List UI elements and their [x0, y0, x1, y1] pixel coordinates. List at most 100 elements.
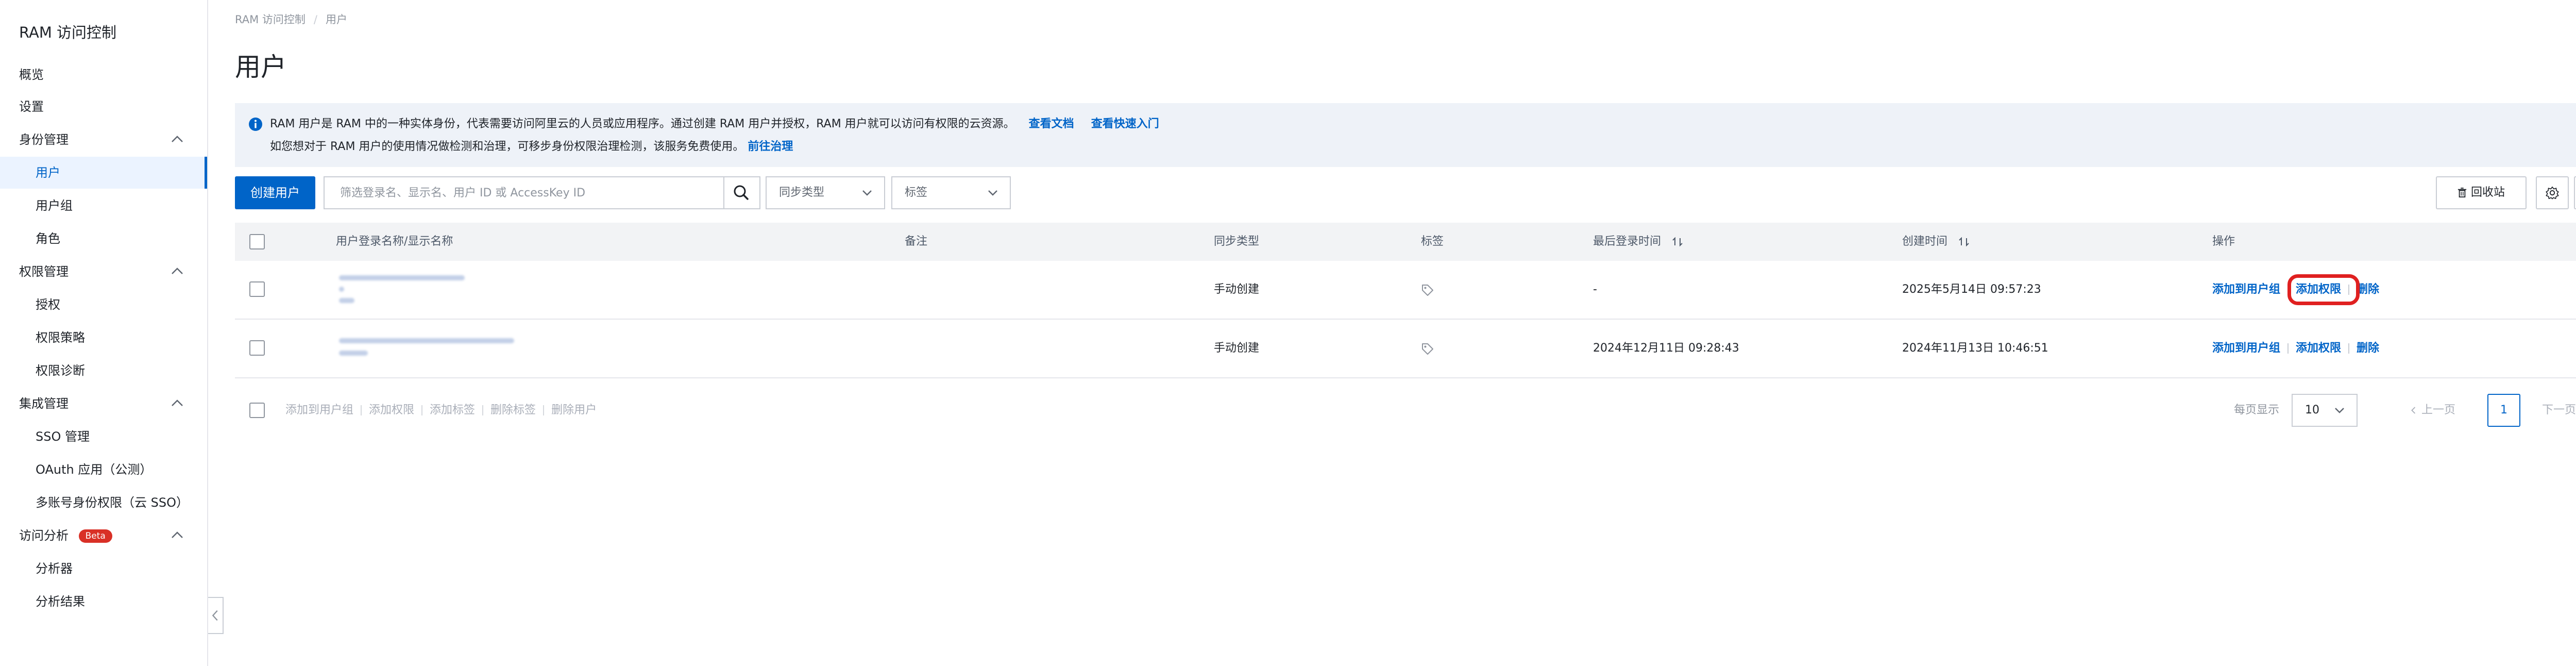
sidebar-item-settings[interactable]: 设置: [0, 91, 207, 123]
sidebar-group-integration[interactable]: 集成管理: [0, 388, 207, 420]
sidebar-item-label: OAuth 应用（公测）: [36, 462, 152, 477]
row-checkbox[interactable]: [249, 340, 265, 356]
sidebar-item-users[interactable]: 用户: [0, 157, 207, 189]
bulk-divider: [543, 405, 545, 415]
sidebar-item-grants[interactable]: 授权: [0, 289, 207, 321]
sidebar-item-label: 分析器: [36, 561, 73, 576]
cell-created: 2024年11月13日 10:46:51: [1902, 342, 2048, 355]
info-icon: [249, 118, 262, 131]
sidebar-item-label: 概览: [19, 68, 44, 82]
sidebar-collapse-button[interactable]: [208, 597, 224, 634]
sidebar-item-label: 角色: [36, 231, 60, 246]
bulk-add-tag[interactable]: 添加标签: [430, 404, 475, 417]
delete-link[interactable]: 删除: [2357, 342, 2379, 355]
row-checkbox[interactable]: [249, 281, 265, 297]
gear-icon: [2546, 186, 2559, 199]
sidebar-item-oauth[interactable]: OAuth 应用（公测）: [0, 454, 207, 486]
bulk-delete-user[interactable]: 删除用户: [551, 404, 597, 417]
banner-text-1: RAM 用户是 RAM 中的一种实体身份，代表需要访问阿里云的人员或应用程序。通…: [270, 118, 1015, 130]
redacted-text: [339, 287, 344, 292]
cell-last-login: -: [1593, 283, 1597, 296]
tag-select[interactable]: 标签: [891, 176, 1011, 209]
sort-icon: [1959, 237, 1969, 247]
bulk-divider: [361, 405, 362, 415]
column-header-name: 用户登录名称/显示名称: [336, 235, 453, 248]
delete-link[interactable]: 删除: [2357, 283, 2379, 296]
bulk-select-checkbox[interactable]: [249, 403, 265, 418]
add-to-group-link[interactable]: 添加到用户组: [2212, 342, 2280, 355]
refresh-button[interactable]: [2574, 176, 2576, 209]
breadcrumb: RAM 访问控制 / 用户: [235, 11, 347, 27]
sidebar-group-permissions[interactable]: 权限管理: [0, 256, 207, 288]
recycle-bin-label: 回收站: [2470, 186, 2505, 199]
sidebar-item-label: 权限策略: [36, 330, 85, 345]
action-divider: [2348, 343, 2350, 354]
sidebar-item-user-groups[interactable]: 用户组: [0, 190, 207, 222]
add-to-group-link[interactable]: 添加到用户组: [2212, 283, 2280, 296]
tag-icon[interactable]: [1421, 284, 1434, 297]
add-permission-link[interactable]: 添加权限: [2287, 261, 2360, 319]
beta-badge: Beta: [78, 529, 112, 543]
sidebar: RAM 访问控制 概览 设置 身份管理 用户 用户组 角色 权限管理 授权 权限…: [0, 0, 208, 666]
bulk-add-permission[interactable]: 添加权限: [369, 404, 414, 417]
column-header-last-login-label: 最后登录时间: [1593, 235, 1662, 248]
search-box: [324, 176, 760, 209]
search-icon: [734, 185, 749, 200]
add-permission-link[interactable]: 添加权限: [2296, 342, 2341, 355]
page-size-label: 每页显示: [2234, 404, 2280, 417]
bulk-remove-tag[interactable]: 删除标签: [490, 404, 536, 417]
column-header-last-login[interactable]: 最后登录时间: [1593, 223, 1683, 261]
sidebar-group-identity[interactable]: 身份管理: [0, 124, 207, 156]
sidebar-item-policies[interactable]: 权限策略: [0, 322, 207, 354]
breadcrumb-root[interactable]: RAM 访问控制: [235, 13, 306, 26]
sidebar-group-label: 访问分析: [19, 528, 69, 543]
sidebar-item-overview[interactable]: 概览: [0, 59, 207, 91]
sidebar-item-label: 多账号身份权限（云 SSO）: [36, 495, 189, 510]
tag-icon[interactable]: [1421, 342, 1434, 356]
sidebar-title: RAM 访问控制: [19, 24, 117, 41]
sidebar-item-label: SSO 管理: [36, 429, 90, 444]
select-all-checkbox[interactable]: [249, 234, 265, 249]
view-docs-link[interactable]: 查看文档: [1029, 118, 1074, 130]
page-size-value: 10: [2305, 404, 2319, 417]
sidebar-item-diagnosis[interactable]: 权限诊断: [0, 355, 207, 387]
sidebar-item-sso[interactable]: SSO 管理: [0, 421, 207, 453]
info-banner: RAM 用户是 RAM 中的一种实体身份，代表需要访问阿里云的人员或应用程序。通…: [235, 103, 2576, 167]
redacted-user-name[interactable]: [336, 333, 521, 364]
search-button[interactable]: [723, 177, 759, 208]
sidebar-item-analysis-results[interactable]: 分析结果: [0, 586, 207, 618]
table-row: 手动创建 2024年12月11日 09:28:43 2024年11月13日 10…: [235, 320, 2576, 378]
sidebar-item-roles[interactable]: 角色: [0, 223, 207, 255]
page-size-select[interactable]: 10: [2292, 394, 2358, 427]
search-input[interactable]: [325, 177, 725, 208]
column-header-created[interactable]: 创建时间: [1902, 223, 1970, 261]
table-row: 手动创建 - 2025年5月14日 09:57:23 添加到用户组 添加权限 删除: [235, 261, 2576, 320]
sync-type-select[interactable]: 同步类型: [766, 176, 885, 209]
redacted-user-name[interactable]: [336, 272, 501, 308]
cell-sync-type: 手动创建: [1214, 283, 1260, 296]
bulk-add-to-group[interactable]: 添加到用户组: [285, 404, 353, 417]
sidebar-group-label: 权限管理: [19, 264, 69, 279]
action-divider: [2287, 285, 2289, 295]
next-page-button[interactable]: 下一页: [2542, 392, 2576, 429]
prev-page-button[interactable]: 上一页: [2410, 392, 2455, 429]
redacted-text: [339, 338, 514, 343]
go-govern-link[interactable]: 前往治理: [748, 140, 793, 153]
trash-icon: [2458, 188, 2467, 197]
breadcrumb-separator: /: [313, 13, 317, 26]
chevron-up-icon: [172, 399, 183, 406]
page-number-current[interactable]: 1: [2487, 394, 2520, 427]
sidebar-item-analyzer[interactable]: 分析器: [0, 553, 207, 585]
sidebar-group-access-analysis[interactable]: 访问分析 Beta: [0, 520, 207, 552]
bulk-divider: [482, 405, 484, 415]
column-header-created-label: 创建时间: [1902, 235, 1948, 248]
sidebar-item-label: 权限诊断: [36, 363, 85, 378]
redacted-text: [339, 275, 465, 280]
chevron-left-icon: [212, 610, 218, 621]
recycle-bin-button[interactable]: 回收站: [2436, 176, 2527, 209]
quickstart-link[interactable]: 查看快速入门: [1091, 118, 1159, 130]
sidebar-item-cloud-sso[interactable]: 多账号身份权限（云 SSO）: [0, 487, 207, 519]
settings-button[interactable]: [2536, 176, 2569, 209]
column-header-tags: 标签: [1421, 235, 1444, 248]
create-user-button[interactable]: 创建用户: [235, 176, 315, 209]
